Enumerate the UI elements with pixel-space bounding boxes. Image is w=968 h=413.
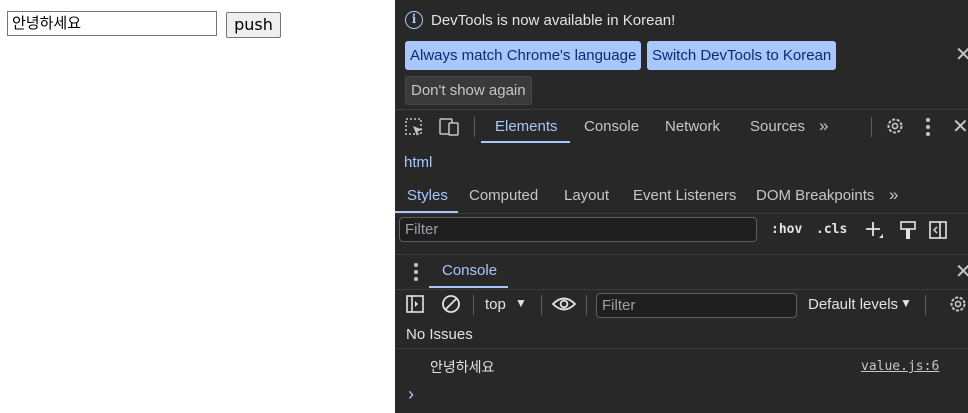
log-levels-dropdown[interactable]: Default levels xyxy=(808,296,898,313)
close-drawer-icon[interactable]: ✕ xyxy=(955,262,968,282)
more-subtabs-icon[interactable]: » xyxy=(889,185,898,205)
toolbar-divider xyxy=(474,117,475,137)
console-log-row: 안녕하세요 value.js:6 xyxy=(395,349,968,382)
toolbar-divider xyxy=(871,117,872,137)
toggle-sidebar-icon[interactable] xyxy=(929,221,947,239)
toolbar-divider xyxy=(925,295,926,315)
close-banner-icon[interactable]: ✕ xyxy=(955,45,968,65)
toolbar-divider xyxy=(586,295,587,315)
info-icon: i xyxy=(405,11,423,29)
drawer-header: Console ✕ xyxy=(395,254,968,290)
switch-language-button[interactable]: Switch DevTools to Korean xyxy=(647,41,837,70)
subtab-styles[interactable]: Styles xyxy=(407,187,448,204)
subtab-dom-breakpoints[interactable]: DOM Breakpoints xyxy=(756,187,874,204)
styles-filter-input[interactable]: Filter xyxy=(399,217,757,242)
styles-filter-row: Filter :hov .cls xyxy=(395,213,968,251)
main-toolbar: Elements Console Network Sources » ✕ xyxy=(395,109,968,145)
console-settings-icon[interactable] xyxy=(948,294,968,314)
devtools-panel: i DevTools is now available in Korean! A… xyxy=(395,0,968,413)
kebab-menu-icon[interactable] xyxy=(925,117,931,137)
tab-network[interactable]: Network xyxy=(665,118,720,135)
tab-console[interactable]: Console xyxy=(584,118,639,135)
prompt-chevron-icon: › xyxy=(408,384,414,404)
drawer-menu-icon[interactable] xyxy=(413,262,419,282)
clear-console-icon[interactable] xyxy=(441,294,461,314)
close-devtools-icon[interactable]: ✕ xyxy=(952,117,968,137)
push-button[interactable]: push xyxy=(226,12,281,38)
breadcrumb-html[interactable]: html xyxy=(404,154,432,171)
settings-gear-icon[interactable] xyxy=(885,116,905,136)
console-filter-input[interactable]: Filter xyxy=(596,293,797,318)
new-style-rule-icon[interactable] xyxy=(865,221,885,241)
issues-bar: No Issues xyxy=(395,321,968,349)
more-tabs-icon[interactable]: » xyxy=(819,116,828,136)
context-dropdown-icon[interactable]: ▼ xyxy=(515,296,527,310)
console-message: 안녕하세요 xyxy=(430,360,495,376)
log-source-link[interactable]: value.js:6 xyxy=(861,359,939,374)
dont-show-again-button[interactable]: Don't show again xyxy=(405,76,532,105)
cls-toggle[interactable]: .cls xyxy=(816,222,847,237)
subtab-event-listeners[interactable]: Event Listeners xyxy=(633,187,736,204)
banner-message: DevTools is now available in Korean! xyxy=(431,11,676,29)
dom-breadcrumb: html xyxy=(395,144,968,180)
inspect-element-icon[interactable] xyxy=(405,118,425,136)
text-input[interactable]: 안녕하세요 xyxy=(7,11,217,36)
subtab-computed[interactable]: Computed xyxy=(469,187,538,204)
console-toolbar: top ▼ Filter Default levels ▼ xyxy=(395,288,968,321)
subtab-layout[interactable]: Layout xyxy=(564,187,609,204)
language-banner: i DevTools is now available in Korean! xyxy=(405,9,675,31)
hov-toggle[interactable]: :hov xyxy=(771,222,802,237)
device-toolbar-icon[interactable] xyxy=(439,117,461,137)
drawer-tab-console[interactable]: Console xyxy=(442,262,497,279)
issues-status[interactable]: No Issues xyxy=(406,326,473,343)
levels-dropdown-icon[interactable]: ▼ xyxy=(900,296,912,310)
styles-subtabs: Styles Computed Layout Event Listeners D… xyxy=(395,180,968,214)
match-language-button[interactable]: Always match Chrome's language xyxy=(405,41,642,70)
tab-elements[interactable]: Elements xyxy=(495,118,558,135)
console-sidebar-icon[interactable] xyxy=(406,295,424,313)
tab-sources[interactable]: Sources xyxy=(750,118,805,135)
live-expression-eye-icon[interactable] xyxy=(552,296,576,312)
paint-brush-icon[interactable] xyxy=(900,221,916,241)
toolbar-divider xyxy=(541,295,542,315)
toolbar-divider xyxy=(473,295,474,315)
context-selector[interactable]: top xyxy=(485,296,506,313)
console-prompt[interactable]: › xyxy=(395,382,968,413)
active-tab-indicator xyxy=(481,141,570,143)
